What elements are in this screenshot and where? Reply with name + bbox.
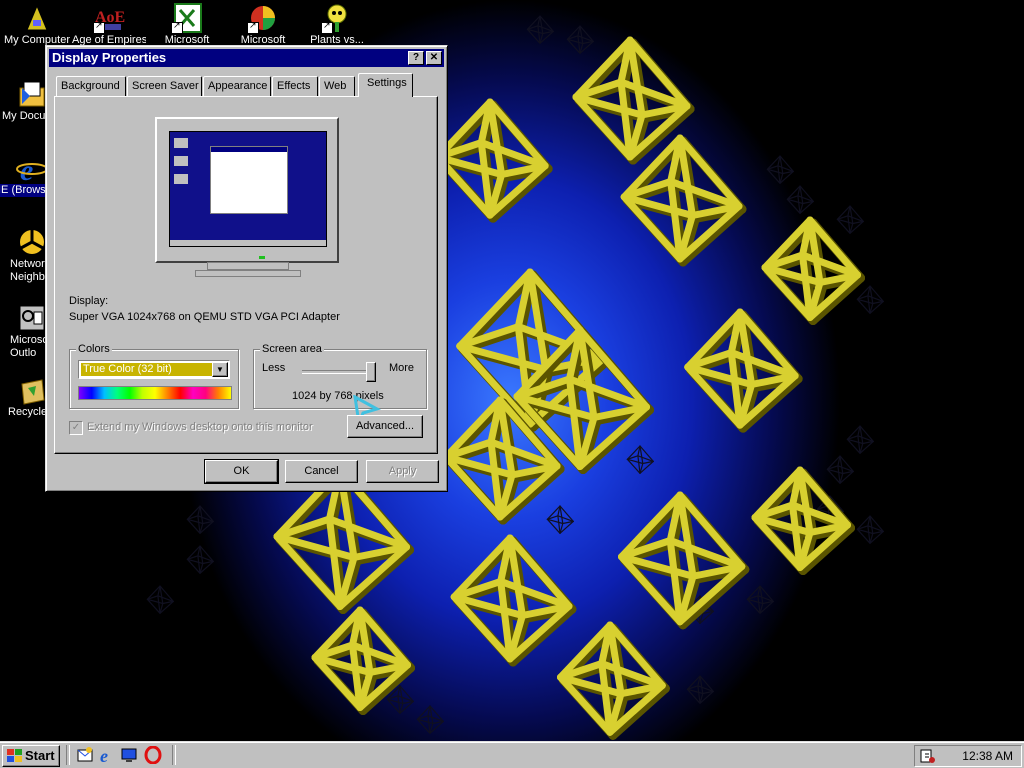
monitor-preview	[155, 117, 339, 263]
display-adapter-value: Super VGA 1024x768 on QEMU STD VGA PCI A…	[69, 311, 340, 323]
title-bar[interactable]: Display Properties ? ✕	[49, 49, 444, 67]
start-button[interactable]: Start	[2, 745, 60, 767]
powerpoint-icon	[247, 2, 279, 34]
shortcut-arrow-icon	[247, 20, 259, 34]
outlook-express-icon[interactable]	[76, 746, 94, 764]
colors-dropdown[interactable]: True Color (32 bit) ▼	[78, 360, 230, 379]
cancel-button[interactable]: Cancel	[285, 460, 358, 483]
taskbar-separator	[172, 745, 176, 765]
resolution-slider-thumb[interactable]	[366, 362, 376, 382]
tab-appearance[interactable]: Appearance	[203, 76, 271, 96]
clock[interactable]: 12:38 AM	[962, 749, 1013, 763]
more-label: More	[388, 362, 414, 374]
colors-group: Colors True Color (32 bit) ▼	[69, 343, 239, 409]
internet-explorer-icon[interactable]: e	[98, 746, 116, 764]
windows-logo-icon	[7, 749, 22, 762]
help-button[interactable]: ?	[408, 51, 424, 65]
settings-panel: Display: Super VGA 1024x768 on QEMU STD …	[54, 96, 438, 454]
opera-icon[interactable]	[144, 746, 162, 764]
chevron-down-icon[interactable]: ▼	[212, 362, 228, 377]
age-of-empires-icon: AoE	[93, 2, 125, 34]
internet-explorer-icon: e	[16, 152, 48, 187]
window-title: Display Properties	[52, 50, 167, 65]
start-label: Start	[25, 748, 55, 763]
tab-screen-saver[interactable]: Screen Saver	[127, 76, 202, 96]
tab-effects[interactable]: Effects	[272, 76, 318, 96]
desktop-icon-my-computer[interactable]: My Computer	[0, 2, 74, 47]
svg-text:e: e	[100, 746, 108, 764]
colors-dropdown-value: True Color (32 bit)	[81, 363, 212, 376]
desktop-icon-plants-vs-zombies[interactable]: Plants vs...	[300, 2, 374, 47]
monitor-stand	[207, 262, 289, 270]
outlook-icon	[16, 302, 48, 334]
show-desktop-icon[interactable]	[120, 746, 138, 764]
display-properties-window: Display Properties ? ✕ Background Screen…	[45, 45, 448, 492]
shortcut-arrow-icon	[321, 20, 333, 34]
ok-button[interactable]: OK	[204, 459, 279, 484]
screen-area-group: Screen area Less More 1024 by 768 pixels	[253, 343, 427, 409]
display-label: Display:	[69, 295, 109, 307]
my-documents-icon	[16, 78, 48, 110]
my-computer-icon	[21, 2, 53, 34]
system-tray: 12:38 AM	[914, 745, 1022, 767]
plants-vs-zombies-icon	[321, 2, 353, 34]
desktop: My Computer AoE Age of Empires Microsoft…	[0, 0, 1024, 741]
color-spectrum-bar	[78, 386, 232, 400]
apply-button[interactable]: Apply	[366, 460, 439, 483]
extend-desktop-label: Extend my Windows desktop onto this moni…	[87, 421, 313, 433]
desktop-icon-powerpoint[interactable]: Microsoft	[226, 2, 300, 47]
shortcut-arrow-icon	[93, 20, 105, 34]
monitor-base	[195, 270, 301, 277]
less-label: Less	[262, 362, 286, 374]
taskbar-separator	[66, 745, 70, 765]
volume-icon[interactable]	[919, 748, 937, 764]
recycle-bin-icon	[16, 374, 48, 406]
taskbar: Start e 12:38 AM	[0, 741, 1024, 768]
excel-icon	[171, 2, 203, 34]
svg-text:e: e	[20, 154, 33, 184]
tab-web[interactable]: Web	[319, 76, 355, 96]
desktop-icon-label: Microsoft Outlo	[10, 334, 50, 359]
extend-desktop-checkbox[interactable]: ✓	[69, 421, 83, 435]
desktop-icon-excel[interactable]: Microsoft	[150, 2, 224, 47]
advanced-button[interactable]: Advanced...	[347, 415, 423, 438]
screen-area-group-label: Screen area	[260, 343, 324, 355]
shortcut-arrow-icon	[171, 20, 183, 34]
tab-background[interactable]: Background	[56, 76, 126, 96]
desktop-icon-age-of-empires[interactable]: AoE Age of Empires	[72, 2, 146, 47]
close-button[interactable]: ✕	[426, 51, 442, 65]
colors-group-label: Colors	[76, 343, 112, 355]
tab-settings[interactable]: Settings	[358, 73, 413, 97]
network-neighborhood-icon	[16, 226, 48, 258]
slider-track	[302, 370, 376, 374]
monitor-screen	[169, 131, 327, 247]
